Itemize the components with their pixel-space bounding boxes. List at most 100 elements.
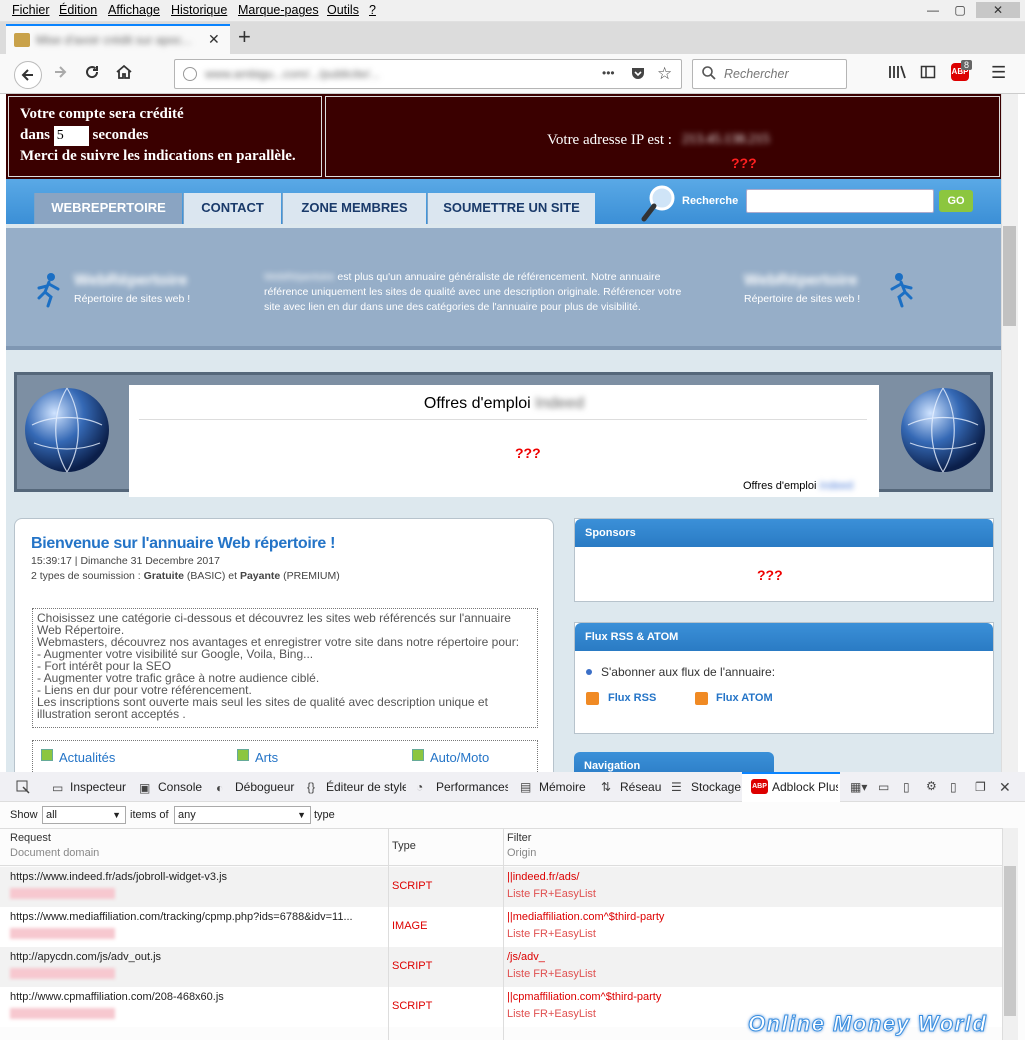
memory-icon: ▤ (520, 780, 532, 794)
devtools-tab-stockage[interactable]: Stockage (691, 780, 741, 794)
column-divider[interactable] (388, 828, 389, 1040)
jobs-content: Offres d'emploi Indeed ??? Offres d'empl… (129, 385, 879, 497)
jobs-footer-link[interactable]: Indeed (820, 480, 854, 492)
hamburger-menu-icon[interactable]: ☰ (991, 63, 1006, 83)
element-picker-icon[interactable] (16, 780, 30, 797)
tab-contact[interactable]: CONTACT (183, 193, 281, 224)
menu-edition[interactable]: Édition (59, 3, 97, 17)
table-row[interactable]: https://www.mediaffiliation.com/tracking… (0, 907, 1002, 947)
row-type: SCRIPT (392, 880, 433, 892)
col-document-domain[interactable]: Document domain (10, 847, 99, 859)
tab-zone-membres[interactable]: ZONE MEMBRES (282, 193, 426, 224)
site-info-icon[interactable] (183, 67, 197, 81)
bookmark-star-icon[interactable]: ☆ (657, 64, 672, 84)
row-type: SCRIPT (392, 1000, 433, 1012)
credit-line1: Votre compte sera crédité (20, 106, 184, 122)
menu-historique[interactable]: Historique (171, 3, 227, 17)
url-bar[interactable]: www.ambigu...com/.../publicite/... ••• ☆ (174, 59, 682, 89)
devtools-close-icon[interactable]: ✕ (999, 779, 1011, 796)
show-label: Show (10, 809, 38, 821)
performance-icon: ◔ (416, 780, 424, 794)
devtools-scrollbar-thumb[interactable] (1004, 866, 1016, 1016)
welcome-description: Choisissez une catégorie ci-dessous et d… (32, 608, 538, 728)
menu-aide[interactable]: ? (369, 3, 376, 17)
ip-unknown: ??? (731, 155, 757, 171)
row-request: http://www.cpmaffiliation.com/208-468x60… (10, 991, 224, 1003)
tab-title: Mise d'avoir crédit sur apoc... (36, 33, 192, 47)
table-row[interactable]: http://apycdn.com/js/adv_out.js SCRIPT /… (0, 947, 1002, 987)
rss-link[interactable]: Flux RSS (608, 692, 656, 704)
jobs-divider (139, 419, 867, 420)
jobs-title-brand: Indeed (535, 395, 585, 412)
menu-marque-pages[interactable]: Marque-pages (238, 3, 319, 17)
devtools-tab-performances[interactable]: Performances (436, 780, 508, 794)
credit-dans: dans (20, 127, 51, 143)
table-header (0, 828, 1002, 866)
devtools-tab-inspecteur[interactable]: Inspecteur (70, 780, 126, 794)
pocket-icon[interactable] (630, 65, 646, 84)
col-origin[interactable]: Origin (507, 847, 536, 859)
site-search-input[interactable] (746, 189, 934, 213)
type-select[interactable]: any ▼ (174, 806, 311, 824)
split-console-icon[interactable]: ▭ (878, 780, 889, 794)
devtools-tab-memoire[interactable]: Mémoire (539, 780, 586, 794)
responsive-mode-icon[interactable]: ▯ (903, 780, 910, 794)
magnifier-icon (640, 183, 678, 226)
row-domain (10, 968, 115, 979)
maximize-button[interactable]: ▢ (947, 2, 973, 18)
col-request[interactable]: Request (10, 832, 51, 844)
devtools-tab-reseau[interactable]: Réseau (620, 780, 661, 794)
site-search-go-button[interactable]: GO (939, 190, 973, 212)
page-scrollbar[interactable] (1001, 94, 1018, 772)
show-select[interactable]: all ▼ (42, 806, 126, 824)
devtools-tab-console[interactable]: Console (158, 780, 202, 794)
jobs-footer: Offres d'emploi Indeed (743, 480, 853, 492)
dock-options-icon[interactable]: ▦▾ (850, 780, 867, 794)
row-type: SCRIPT (392, 960, 433, 972)
menu-affichage[interactable]: Affichage (108, 3, 160, 17)
menu-outils[interactable]: Outils (327, 3, 359, 17)
category-auto-moto[interactable]: Auto/Moto (430, 750, 489, 765)
forward-icon[interactable] (52, 64, 68, 86)
browser-tab[interactable]: Mise d'avoir crédit sur apoc... ✕ (6, 24, 230, 54)
back-button[interactable] (14, 61, 42, 89)
welcome-types: 2 types de soumission : Gratuite (BASIC)… (31, 570, 340, 582)
devtools-settings-gear-icon[interactable]: ⚙ (926, 779, 937, 793)
search-placeholder: Rechercher (724, 67, 789, 81)
category-actualites[interactable]: Actualités (59, 750, 115, 765)
credit-message: Votre compte sera crédité dans 5 seconde… (20, 104, 296, 167)
adblock-count-badge: 8 (961, 60, 973, 70)
devtools-tab-adblock-plus[interactable]: Adblock Plus (772, 780, 838, 794)
new-tab-button[interactable]: + (238, 24, 251, 50)
reload-icon[interactable] (84, 64, 100, 86)
sidebar-icon[interactable] (920, 64, 936, 83)
folder-icon (41, 749, 53, 761)
col-filter[interactable]: Filter (507, 832, 531, 844)
dock-side-icon[interactable]: ▯ (950, 780, 957, 794)
undock-icon[interactable]: ❐ (975, 780, 986, 794)
rss-subscribe-text: S'abonner aux flux de l'annuaire: (601, 665, 776, 679)
home-icon[interactable] (115, 64, 133, 86)
library-icon[interactable] (888, 64, 906, 83)
devtools-tab-editeur-style[interactable]: Éditeur de style (326, 780, 406, 794)
devtools-tab-debogueur[interactable]: Débogueur (235, 780, 295, 794)
atom-link[interactable]: Flux ATOM (716, 692, 773, 704)
watermark: Online Money World (747, 1011, 988, 1037)
tab-soumettre-site[interactable]: SOUMETTRE UN SITE (427, 193, 595, 224)
page-actions-icon[interactable]: ••• (602, 66, 615, 80)
col-type[interactable]: Type (392, 840, 416, 852)
window-close-button[interactable]: ✕ (976, 2, 1020, 18)
page-scrollbar-thumb[interactable] (1003, 226, 1016, 326)
folder-icon (412, 749, 424, 761)
search-bar[interactable]: Rechercher (692, 59, 847, 89)
tab-webrepertoire[interactable]: WEBREPERTOIRE (34, 193, 182, 224)
row-request: http://apycdn.com/js/adv_out.js (10, 951, 162, 963)
menu-fichier[interactable]: Fichier (12, 3, 50, 17)
category-arts[interactable]: Arts (255, 750, 278, 765)
desc-line: illustration seront acceptés . (37, 707, 186, 721)
table-row[interactable]: https://www.indeed.fr/ads/jobroll-widget… (0, 867, 1002, 907)
column-divider[interactable] (503, 828, 504, 1040)
url-text[interactable]: www.ambigu...com/.../publicite/... (205, 67, 535, 81)
tab-close-icon[interactable]: ✕ (208, 31, 220, 48)
minimize-button[interactable]: — (920, 2, 946, 18)
